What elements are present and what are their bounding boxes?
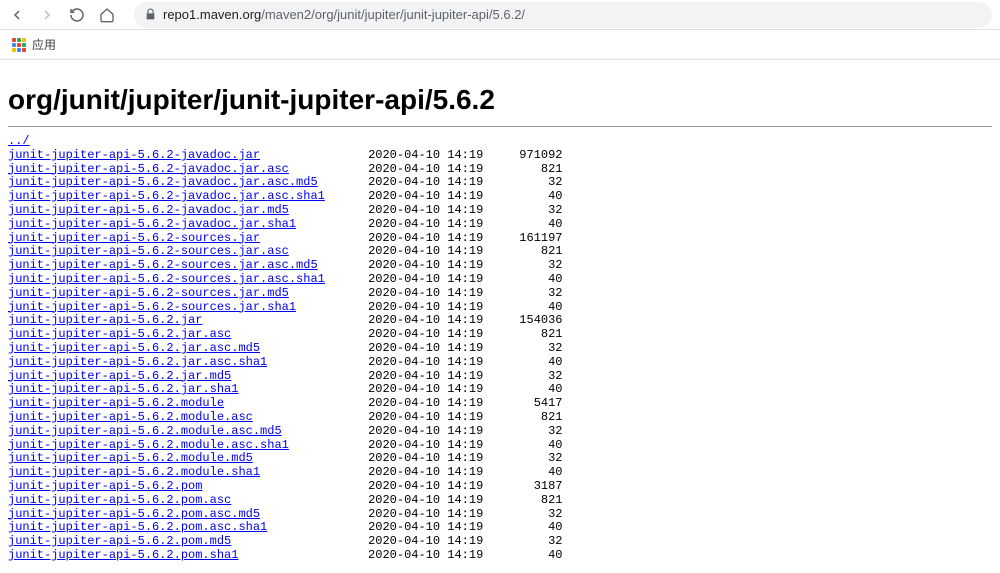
file-link[interactable]: junit-jupiter-api-5.6.2-javadoc.jar.asc.…: [8, 189, 325, 203]
file-link[interactable]: junit-jupiter-api-5.6.2.jar: [8, 313, 202, 327]
file-link[interactable]: junit-jupiter-api-5.6.2-javadoc.jar.sha1: [8, 217, 296, 231]
file-link[interactable]: junit-jupiter-api-5.6.2.module.asc: [8, 410, 253, 424]
file-link[interactable]: junit-jupiter-api-5.6.2-sources.jar.sha1: [8, 300, 296, 314]
home-button[interactable]: [98, 6, 116, 24]
file-link[interactable]: junit-jupiter-api-5.6.2.pom.asc.sha1: [8, 520, 267, 534]
file-link[interactable]: junit-jupiter-api-5.6.2.pom: [8, 479, 202, 493]
file-link[interactable]: junit-jupiter-api-5.6.2.jar.md5: [8, 369, 231, 383]
file-link[interactable]: junit-jupiter-api-5.6.2-javadoc.jar: [8, 148, 260, 162]
parent-dir-link[interactable]: ../: [8, 134, 30, 148]
file-link[interactable]: junit-jupiter-api-5.6.2.jar.asc: [8, 327, 231, 341]
bookmarks-bar: 应用: [0, 30, 1000, 60]
file-link[interactable]: junit-jupiter-api-5.6.2-javadoc.jar.md5: [8, 203, 289, 217]
divider: [8, 126, 992, 127]
file-link[interactable]: junit-jupiter-api-5.6.2.pom.asc: [8, 493, 231, 507]
file-link[interactable]: junit-jupiter-api-5.6.2-javadoc.jar.asc.…: [8, 175, 318, 189]
apps-icon: [12, 38, 26, 52]
apps-label: 应用: [32, 36, 56, 53]
browser-toolbar: repo1.maven.org/maven2/org/junit/jupiter…: [0, 0, 1000, 30]
back-button[interactable]: [8, 6, 26, 24]
file-link[interactable]: junit-jupiter-api-5.6.2-sources.jar.md5: [8, 286, 289, 300]
file-link[interactable]: junit-jupiter-api-5.6.2.pom.sha1: [8, 548, 238, 562]
file-link[interactable]: junit-jupiter-api-5.6.2.jar.asc.sha1: [8, 355, 267, 369]
file-link[interactable]: junit-jupiter-api-5.6.2.module: [8, 396, 224, 410]
address-bar[interactable]: repo1.maven.org/maven2/org/junit/jupiter…: [134, 2, 992, 28]
url-text[interactable]: repo1.maven.org/maven2/org/junit/jupiter…: [163, 7, 982, 22]
file-link[interactable]: junit-jupiter-api-5.6.2-sources.jar: [8, 231, 260, 245]
file-link[interactable]: junit-jupiter-api-5.6.2-javadoc.jar.asc: [8, 162, 289, 176]
directory-listing: ../ junit-jupiter-api-5.6.2-javadoc.jar …: [8, 135, 992, 563]
file-link[interactable]: junit-jupiter-api-5.6.2.pom.md5: [8, 534, 231, 548]
file-link[interactable]: junit-jupiter-api-5.6.2-sources.jar.asc.…: [8, 258, 318, 272]
file-link[interactable]: junit-jupiter-api-5.6.2.jar.asc.md5: [8, 341, 260, 355]
apps-shortcut[interactable]: 应用: [12, 36, 56, 53]
file-link[interactable]: junit-jupiter-api-5.6.2.module.asc.sha1: [8, 438, 289, 452]
file-link[interactable]: junit-jupiter-api-5.6.2-sources.jar.asc.…: [8, 272, 325, 286]
lock-icon: [144, 8, 157, 21]
file-link[interactable]: junit-jupiter-api-5.6.2.jar.sha1: [8, 382, 238, 396]
page-title: org/junit/jupiter/junit-jupiter-api/5.6.…: [8, 84, 992, 116]
page-content: org/junit/jupiter/junit-jupiter-api/5.6.…: [0, 60, 1000, 573]
file-link[interactable]: junit-jupiter-api-5.6.2.pom.asc.md5: [8, 507, 260, 521]
file-link[interactable]: junit-jupiter-api-5.6.2.module.md5: [8, 451, 253, 465]
reload-button[interactable]: [68, 6, 86, 24]
file-link[interactable]: junit-jupiter-api-5.6.2-sources.jar.asc: [8, 244, 289, 258]
forward-button[interactable]: [38, 6, 56, 24]
file-link[interactable]: junit-jupiter-api-5.6.2.module.sha1: [8, 465, 260, 479]
file-link[interactable]: junit-jupiter-api-5.6.2.module.asc.md5: [8, 424, 282, 438]
